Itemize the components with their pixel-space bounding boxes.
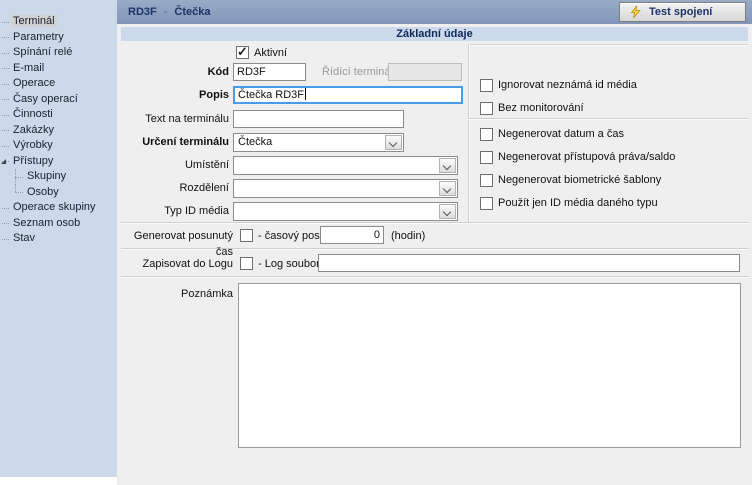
sidebar-item-operace[interactable]: Operace: [0, 76, 117, 92]
ridici-terminal-label: Řídící terminál: [322, 63, 393, 81]
sidebar-item-label: Terminál: [11, 15, 57, 27]
zapisovat-do-logu-checkbox[interactable]: [240, 257, 253, 270]
umisteni-select[interactable]: [233, 156, 458, 175]
sidebar-item-spinani-rele[interactable]: Spínání relé: [0, 45, 117, 61]
ridici-terminal-input: [388, 63, 462, 81]
navigation-tree: Terminál Parametry Spínání relé E-mail O…: [0, 14, 117, 247]
sidebar-item-osoby[interactable]: Osoby: [0, 185, 117, 201]
log-soubor-label: - Log soubor: [258, 256, 320, 272]
pouzit-jen-id-checkbox[interactable]: [480, 197, 493, 210]
sidebar-item-casy-operaci[interactable]: Časy operací: [0, 92, 117, 108]
chevron-down-icon[interactable]: [439, 204, 456, 219]
section-separator-3: [121, 276, 749, 278]
ignorovat-neznama-checkbox[interactable]: [480, 79, 493, 92]
rozdeleni-label: Rozdělení: [117, 179, 229, 197]
popis-input[interactable]: Čtečka RD3F: [233, 86, 463, 104]
aktivni-label: Aktivní: [254, 45, 287, 61]
app-window: Terminál Parametry Spínání relé E-mail O…: [0, 0, 752, 485]
test-connection-label: Test spojení: [649, 6, 712, 18]
rozdeleni-select[interactable]: [233, 179, 458, 198]
generovat-posunuty-cas-checkbox[interactable]: [240, 229, 253, 242]
sidebar-item-seznam-osob[interactable]: Seznam osob: [0, 216, 117, 232]
sidebar-item-zakazky[interactable]: Zakázky: [0, 123, 117, 139]
terminal-type: Čtečka: [174, 6, 210, 18]
popis-label: Popis: [117, 86, 229, 104]
kod-label: Kód: [117, 63, 229, 81]
lightning-icon: [629, 5, 642, 19]
right-group-top-border: [468, 44, 748, 46]
sidebar-item-cinnosti[interactable]: Činnosti: [0, 107, 117, 123]
typ-id-media-select[interactable]: [233, 202, 458, 221]
sidebar-item-terminal[interactable]: Terminál: [0, 14, 117, 30]
urceni-terminalu-select[interactable]: Čtečka: [233, 133, 404, 152]
sidebar-item-email[interactable]: E-mail: [0, 61, 117, 77]
kod-input[interactable]: [233, 63, 306, 81]
negenerovat-datum-checkbox[interactable]: [480, 128, 493, 141]
text-caret: [305, 88, 306, 100]
header-dash: -: [164, 6, 168, 18]
typ-id-media-label: Typ ID média: [117, 202, 229, 220]
sidebar-item-vyrobky[interactable]: Výrobky: [0, 138, 117, 154]
sidebar-item-operace-skupiny[interactable]: Operace skupiny: [0, 200, 117, 216]
chevron-down-icon[interactable]: [385, 135, 402, 150]
negenerovat-biometrie-checkbox[interactable]: [480, 174, 493, 187]
sidebar-item-stav[interactable]: Stav: [0, 231, 117, 247]
log-soubor-input[interactable]: [318, 254, 740, 272]
sidebar-item-skupiny[interactable]: Skupiny: [0, 169, 117, 185]
text-na-terminalu-input[interactable]: [233, 110, 404, 128]
main-panel: RD3F-Čtečka Test spojení Základní údaje …: [117, 0, 752, 485]
chevron-down-icon[interactable]: [439, 158, 456, 173]
umisteni-label: Umístění: [117, 156, 229, 174]
right-group-divider: [468, 118, 748, 120]
chevron-down-icon[interactable]: [439, 181, 456, 196]
column-divider: [468, 44, 470, 222]
urceni-terminalu-label: Určení terminálu: [117, 133, 229, 151]
bez-monitorovani-checkbox[interactable]: [480, 102, 493, 115]
poznamka-label: Poznámka: [117, 286, 233, 302]
text-na-terminalu-label: Text na terminálu: [117, 110, 229, 128]
hodin-unit-label: (hodin): [391, 228, 425, 244]
poznamka-textarea[interactable]: [238, 283, 741, 448]
terminal-code: RD3F: [128, 6, 157, 18]
casovy-posun-input[interactable]: [320, 226, 384, 244]
negenerovat-prava-checkbox[interactable]: [480, 151, 493, 164]
section-separator-1: [121, 222, 749, 224]
test-connection-button[interactable]: Test spojení: [619, 2, 746, 22]
sidebar-item-parametry[interactable]: Parametry: [0, 30, 117, 46]
sidebar: Terminál Parametry Spínání relé E-mail O…: [0, 0, 117, 477]
zapisovat-do-logu-label: Zapisovat do Logu: [117, 256, 233, 272]
sidebar-item-pristupy[interactable]: Přístupy: [0, 154, 117, 170]
section-title: Základní údaje: [121, 27, 748, 41]
header-bar: RD3F-Čtečka Test spojení: [117, 0, 752, 24]
aktivni-checkbox[interactable]: [236, 46, 249, 59]
tree-expander-icon[interactable]: [1, 159, 6, 164]
